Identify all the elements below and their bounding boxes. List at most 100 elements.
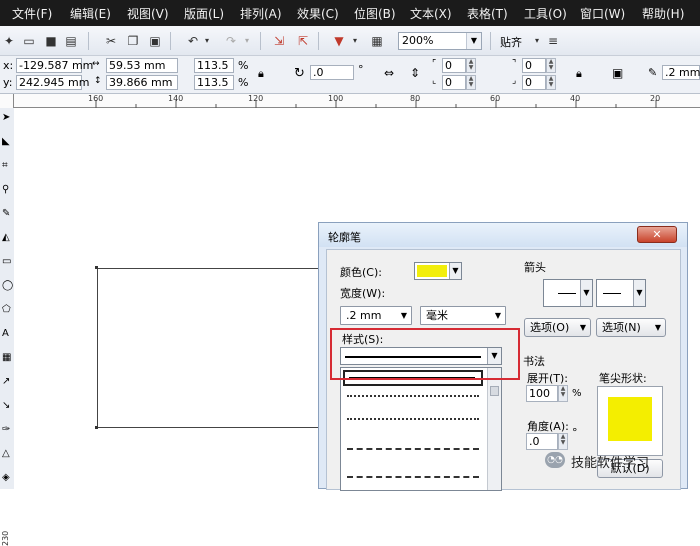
launcher-icon[interactable]: ▼ bbox=[332, 34, 346, 48]
list-item[interactable] bbox=[347, 395, 479, 397]
options-icon[interactable]: ≡ bbox=[546, 34, 560, 48]
nib-shape-label: 笔尖形状: bbox=[599, 372, 647, 385]
paste-icon[interactable]: ▣ bbox=[148, 34, 162, 48]
object-width-field[interactable]: 59.53 mm bbox=[106, 58, 178, 73]
zoom-tool-icon[interactable]: ⚲ bbox=[2, 184, 9, 195]
table-tool-icon[interactable]: ▦ bbox=[2, 352, 11, 363]
save-icon[interactable]: ■ bbox=[44, 34, 58, 48]
launcher-dropdown-icon[interactable]: ▾ bbox=[348, 34, 362, 48]
ruler-label: 60 bbox=[490, 94, 501, 103]
line-style-list[interactable] bbox=[340, 367, 502, 491]
outline-tool-icon[interactable]: △ bbox=[2, 448, 10, 459]
rotation-angle-field[interactable]: .0 bbox=[310, 65, 354, 80]
rectangle-tool-icon[interactable]: ▭ bbox=[2, 256, 11, 267]
end-arrow-select[interactable]: ▼ bbox=[596, 279, 646, 307]
scale-x-field[interactable]: 113.5 bbox=[194, 58, 234, 73]
menu-edit[interactable]: 编辑(E) bbox=[70, 5, 111, 22]
menu-effects[interactable]: 效果(C) bbox=[297, 5, 339, 22]
menu-help[interactable]: 帮助(H) bbox=[642, 5, 684, 22]
close-button[interactable]: ✕ bbox=[637, 226, 677, 243]
angle-field[interactable]: .0 bbox=[526, 433, 558, 450]
menu-window[interactable]: 窗口(W) bbox=[580, 5, 625, 22]
corner-2-spinner[interactable]: ▲ ▼ bbox=[466, 75, 476, 90]
color-label: 颜色(C): bbox=[340, 266, 382, 279]
eyedropper-tool-icon[interactable]: ✑ bbox=[2, 424, 10, 435]
angle-spinner[interactable]: ▲ ▼ bbox=[558, 433, 568, 450]
redo-dropdown-icon[interactable]: ▾ bbox=[240, 34, 254, 48]
stretch-field[interactable]: 100 bbox=[526, 385, 558, 402]
pick-tool-icon[interactable]: ➤ bbox=[2, 112, 10, 123]
redo-icon[interactable]: ↷ bbox=[224, 34, 238, 48]
object-height-field[interactable]: 39.866 mm bbox=[106, 75, 178, 90]
undo-icon[interactable]: ↶ bbox=[186, 34, 200, 48]
corner-1-spinner[interactable]: ▲ ▼ bbox=[466, 58, 476, 73]
corner-4-spinner[interactable]: ▲ ▼ bbox=[546, 75, 556, 90]
dimension-tool-icon[interactable]: ↗ bbox=[2, 376, 10, 387]
corner-lock-icon[interactable]: 🔒︎ bbox=[576, 67, 582, 81]
y-position-field[interactable]: 242.945 mm bbox=[16, 75, 89, 90]
mirror-horizontal-icon[interactable]: ⇔ bbox=[384, 66, 394, 80]
print-icon[interactable]: ▤ bbox=[64, 34, 78, 48]
menu-tools[interactable]: 工具(O) bbox=[524, 5, 567, 22]
smart-fill-icon[interactable]: ◭ bbox=[2, 232, 10, 243]
scrollbar[interactable] bbox=[487, 368, 501, 490]
mirror-vertical-icon[interactable]: ⇕ bbox=[410, 66, 420, 80]
lock-ratio-icon[interactable]: 🔒︎ bbox=[258, 67, 264, 81]
rectangle-node[interactable] bbox=[95, 426, 98, 429]
export-icon[interactable]: ⇱ bbox=[296, 34, 310, 48]
list-item[interactable] bbox=[347, 448, 479, 450]
import-icon[interactable]: ⇲ bbox=[272, 34, 286, 48]
welcome-screen-icon[interactable]: ▦ bbox=[370, 34, 384, 48]
nib-shape-preview[interactable] bbox=[597, 386, 663, 456]
menu-bitmaps[interactable]: 位图(B) bbox=[354, 5, 396, 22]
wrap-text-icon[interactable]: ▣ bbox=[612, 66, 623, 80]
arrow-options-left-button[interactable]: 选项(O) ▼ bbox=[524, 318, 591, 337]
copy-icon[interactable]: ❐ bbox=[126, 34, 140, 48]
arrow-options-right-button[interactable]: 选项(N) ▼ bbox=[596, 318, 666, 337]
rectangle-node[interactable] bbox=[95, 266, 98, 269]
new-icon[interactable]: ✦ bbox=[2, 34, 16, 48]
corner-3-spinner[interactable]: ▲ ▼ bbox=[546, 58, 556, 73]
outline-width-field[interactable]: .2 mm bbox=[662, 65, 700, 80]
scale-y-field[interactable]: 113.5 bbox=[194, 75, 234, 90]
corner-bottom-right-icon: ⌟ bbox=[512, 76, 517, 86]
text-tool-icon[interactable]: A bbox=[2, 328, 9, 339]
dialog-title-bar[interactable]: 轮廓笔 bbox=[319, 223, 687, 247]
outline-width-select[interactable]: .2 mm ▼ bbox=[340, 306, 412, 325]
scrollbar-thumb[interactable] bbox=[490, 386, 499, 396]
shape-tool-icon[interactable]: ◣ bbox=[2, 136, 10, 147]
outline-pen-icon: ✎ bbox=[648, 66, 658, 79]
crop-tool-icon[interactable]: ⌗ bbox=[2, 160, 8, 171]
start-arrow-select[interactable]: ▼ bbox=[543, 279, 593, 307]
ellipse-tool-icon[interactable]: ◯ bbox=[2, 280, 13, 291]
snap-dropdown-icon[interactable]: ▾ bbox=[530, 34, 544, 48]
freehand-tool-icon[interactable]: ✎ bbox=[2, 208, 10, 219]
snap-to-button[interactable]: 贴齐 bbox=[500, 34, 522, 50]
cut-icon[interactable]: ✂ bbox=[104, 34, 118, 48]
menu-table[interactable]: 表格(T) bbox=[467, 5, 508, 22]
connector-tool-icon[interactable]: ↘ bbox=[2, 400, 10, 411]
color-picker[interactable]: ▼ bbox=[414, 262, 462, 280]
corner-radius-1-field[interactable]: 0 bbox=[442, 58, 466, 73]
menu-layout[interactable]: 版面(L) bbox=[184, 5, 224, 22]
polygon-tool-icon[interactable]: ⬠ bbox=[2, 304, 11, 315]
list-item[interactable] bbox=[347, 476, 479, 478]
horizontal-ruler[interactable]: 160 140 120 100 80 60 40 20 bbox=[14, 94, 700, 108]
stretch-spinner[interactable]: ▲ ▼ bbox=[558, 385, 568, 402]
zoom-level-select[interactable]: 200% ▼ bbox=[398, 32, 482, 50]
corner-radius-4-field[interactable]: 0 bbox=[522, 75, 546, 90]
undo-dropdown-icon[interactable]: ▾ bbox=[200, 34, 214, 48]
stretch-label: 展开(T): bbox=[527, 372, 569, 385]
corner-radius-2-field[interactable]: 0 bbox=[442, 75, 466, 90]
unit-select[interactable]: 毫米 ▼ bbox=[420, 306, 506, 325]
rotation-degree-unit: ° bbox=[358, 63, 364, 76]
list-item[interactable] bbox=[347, 418, 479, 420]
menu-arrange[interactable]: 排列(A) bbox=[240, 5, 282, 22]
corner-radius-3-field[interactable]: 0 bbox=[522, 58, 546, 73]
open-icon[interactable]: ▭ bbox=[22, 34, 36, 48]
menu-text[interactable]: 文本(X) bbox=[410, 5, 452, 22]
fill-tool-icon[interactable]: ◈ bbox=[2, 472, 10, 483]
x-position-field[interactable]: -129.587 mm bbox=[16, 58, 93, 73]
menu-file[interactable]: 文件(F) bbox=[12, 5, 52, 22]
menu-view[interactable]: 视图(V) bbox=[127, 5, 169, 22]
